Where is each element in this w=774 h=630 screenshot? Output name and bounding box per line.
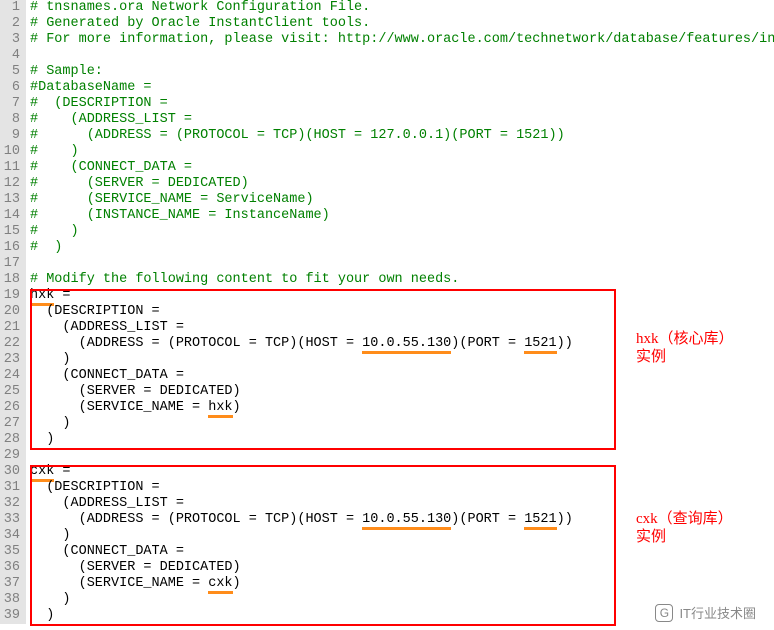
code-line[interactable]: (SERVER = DEDICATED) — [30, 560, 774, 576]
line-number: 1 — [0, 0, 20, 16]
line-number: 7 — [0, 96, 20, 112]
line-number: 29 — [0, 448, 20, 464]
line-number: 20 — [0, 304, 20, 320]
line-number: 32 — [0, 496, 20, 512]
annotation-line: 实例 — [636, 528, 733, 546]
line-number: 19 — [0, 288, 20, 304]
line-number: 36 — [0, 560, 20, 576]
code-line[interactable]: (SERVICE_NAME = hxk) — [30, 400, 774, 416]
code-line[interactable]: # (SERVER = DEDICATED) — [30, 176, 774, 192]
annotation-line: 实例 — [636, 348, 734, 366]
annotation-line: hxk（核心库） — [636, 330, 734, 348]
line-number: 12 — [0, 176, 20, 192]
code-line[interactable]: # Modify the following content to fit yo… — [30, 272, 774, 288]
code-line[interactable]: # (ADDRESS_LIST = — [30, 112, 774, 128]
code-line[interactable]: (CONNECT_DATA = — [30, 544, 774, 560]
line-number: 26 — [0, 400, 20, 416]
code-line[interactable]: # tnsnames.ora Network Configuration Fil… — [30, 0, 774, 16]
line-number: 18 — [0, 272, 20, 288]
annotation-label-1: hxk（核心库）实例 — [636, 330, 734, 366]
code-line[interactable]: # (CONNECT_DATA = — [30, 160, 774, 176]
watermark-text: IT行业技术圈 — [679, 603, 756, 622]
line-number: 31 — [0, 480, 20, 496]
code-line[interactable]: hxk = — [30, 288, 774, 304]
line-number: 17 — [0, 256, 20, 272]
line-number: 15 — [0, 224, 20, 240]
code-line[interactable]: # (INSTANCE_NAME = InstanceName) — [30, 208, 774, 224]
watermark-icon: G — [655, 604, 673, 622]
line-number: 11 — [0, 160, 20, 176]
code-line[interactable] — [30, 48, 774, 64]
line-number: 16 — [0, 240, 20, 256]
line-number: 3 — [0, 32, 20, 48]
code-line[interactable] — [30, 448, 774, 464]
line-number: 5 — [0, 64, 20, 80]
line-number: 8 — [0, 112, 20, 128]
watermark: G IT行业技术圈 — [655, 603, 756, 622]
line-number: 35 — [0, 544, 20, 560]
code-line[interactable]: ) — [30, 416, 774, 432]
code-line[interactable] — [30, 256, 774, 272]
code-line[interactable]: # (DESCRIPTION = — [30, 96, 774, 112]
line-number: 9 — [0, 128, 20, 144]
line-number: 38 — [0, 592, 20, 608]
line-number: 28 — [0, 432, 20, 448]
line-number: 39 — [0, 608, 20, 624]
line-number: 22 — [0, 336, 20, 352]
line-number: 13 — [0, 192, 20, 208]
line-number: 4 — [0, 48, 20, 64]
annotation-label-2: cxk（查询库）实例 — [636, 510, 733, 546]
line-number: 30 — [0, 464, 20, 480]
code-line[interactable]: # ) — [30, 144, 774, 160]
line-gutter: 1234567891011121314151617181920212223242… — [0, 0, 26, 624]
annotation-line: cxk（查询库） — [636, 510, 733, 528]
line-number: 25 — [0, 384, 20, 400]
code-line[interactable]: # (ADDRESS = (PROTOCOL = TCP)(HOST = 127… — [30, 128, 774, 144]
code-line[interactable]: # Generated by Oracle InstantClient tool… — [30, 16, 774, 32]
line-number: 33 — [0, 512, 20, 528]
code-line[interactable]: # ) — [30, 240, 774, 256]
line-number: 24 — [0, 368, 20, 384]
line-number: 23 — [0, 352, 20, 368]
code-line[interactable]: (SERVICE_NAME = cxk) — [30, 576, 774, 592]
line-number: 34 — [0, 528, 20, 544]
code-line[interactable]: (CONNECT_DATA = — [30, 368, 774, 384]
code-line[interactable]: #DatabaseName = — [30, 80, 774, 96]
code-line[interactable]: ) — [30, 432, 774, 448]
line-number: 21 — [0, 320, 20, 336]
code-line[interactable]: (DESCRIPTION = — [30, 480, 774, 496]
code-line[interactable]: # Sample: — [30, 64, 774, 80]
code-line[interactable]: (SERVER = DEDICATED) — [30, 384, 774, 400]
line-number: 14 — [0, 208, 20, 224]
code-line[interactable]: # (SERVICE_NAME = ServiceName) — [30, 192, 774, 208]
line-number: 2 — [0, 16, 20, 32]
code-line[interactable]: # ) — [30, 224, 774, 240]
code-line[interactable]: # For more information, please visit: ht… — [30, 32, 774, 48]
line-number: 6 — [0, 80, 20, 96]
code-line[interactable]: cxk = — [30, 464, 774, 480]
line-number: 10 — [0, 144, 20, 160]
line-number: 37 — [0, 576, 20, 592]
line-number: 27 — [0, 416, 20, 432]
code-line[interactable]: (DESCRIPTION = — [30, 304, 774, 320]
